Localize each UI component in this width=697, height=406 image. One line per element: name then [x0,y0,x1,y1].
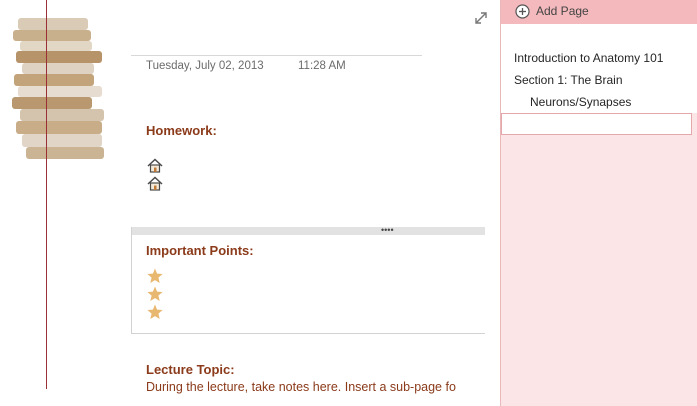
page-item-section-1[interactable]: Section 1: The Brain [514,73,623,87]
subpage-item-neurons[interactable]: Neurons/Synapses [530,95,631,109]
container-move-bar[interactable]: •••• [132,225,485,235]
star-icon [147,268,163,283]
star-icon [147,304,163,319]
lecture-body-text[interactable]: During the lecture, take notes here. Ins… [146,380,484,394]
add-page-button[interactable]: Add Page [501,0,697,24]
new-page-field[interactable] [501,113,692,135]
house-icon [147,158,163,173]
book-stack-image [12,18,104,159]
add-page-label: Add Page [536,4,589,18]
important-points-heading: Important Points: [146,243,254,258]
expand-arrows-icon[interactable] [474,11,488,25]
lecture-topic-heading: Lecture Topic: [146,362,235,377]
page-item-introduction[interactable]: Introduction to Anatomy 101 [514,51,663,65]
plus-circle-icon [515,4,530,19]
move-handle[interactable]: •••• [381,225,394,235]
page-title-field[interactable] [131,55,422,56]
note-page[interactable]: Tuesday, July 02, 2013 11:28 AM Homework… [0,0,500,406]
page-time: 11:28 AM [298,60,346,72]
pages-pane: Add Page Introduction to Anatomy 101 Sec… [500,0,697,406]
page-list: Introduction to Anatomy 101 Section 1: T… [501,24,697,113]
star-icon [147,286,163,301]
house-icon [147,176,163,191]
margin-line [46,0,47,389]
page-date: Tuesday, July 02, 2013 [146,60,264,72]
homework-heading: Homework: [146,123,217,138]
